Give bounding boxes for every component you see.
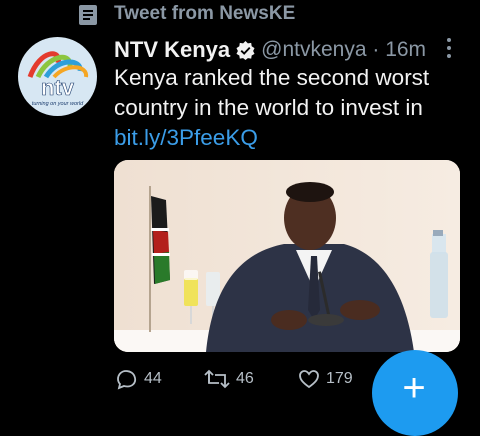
water-bottle <box>430 252 448 318</box>
handle-and-time[interactable]: @ntvkenya · 16m <box>261 38 426 62</box>
microphone-base <box>308 314 344 326</box>
tweet-text-line-2: country in the world to invest in <box>114 95 423 120</box>
avatar-logo-text: ntv <box>41 75 75 100</box>
more-options-icon[interactable] <box>444 38 454 60</box>
context-label[interactable]: Tweet from NewsKE <box>114 3 295 25</box>
tweet-media-photo[interactable] <box>114 160 460 352</box>
plus-icon: + <box>402 366 426 410</box>
heart-icon <box>299 370 319 389</box>
retweet-count: 46 <box>236 370 254 387</box>
avatar[interactable]: ntv turning on your world <box>18 37 97 116</box>
like-action[interactable]: 179 <box>298 368 353 390</box>
like-count: 179 <box>326 370 353 387</box>
photo-content <box>114 160 460 352</box>
tweet-header: NTV Kenya @ntvkenya · 16m <box>114 37 460 63</box>
reply-action[interactable]: 44 <box>116 368 162 390</box>
compose-tweet-button[interactable]: + <box>372 350 458 436</box>
verified-badge-icon <box>236 40 255 60</box>
tweet-text: Kenya ranked the second worst country in… <box>114 63 454 153</box>
retweet-icon <box>204 369 230 389</box>
reply-count: 44 <box>144 370 162 387</box>
juice-glass <box>184 278 198 306</box>
tweet-text-line-1: Kenya ranked the second worst <box>114 65 430 90</box>
reply-icon <box>117 370 137 390</box>
document-icon <box>79 5 97 25</box>
author-name[interactable]: NTV Kenya <box>114 37 230 63</box>
tweet-link[interactable]: bit.ly/3PfeeKQ <box>114 123 454 153</box>
retweet-action[interactable]: 46 <box>204 368 254 390</box>
avatar-tagline: turning on your world <box>32 101 84 107</box>
flag-pole <box>149 186 151 332</box>
context-bar: Tweet from NewsKE <box>0 0 480 34</box>
ntv-logo: ntv turning on your world <box>27 51 88 107</box>
